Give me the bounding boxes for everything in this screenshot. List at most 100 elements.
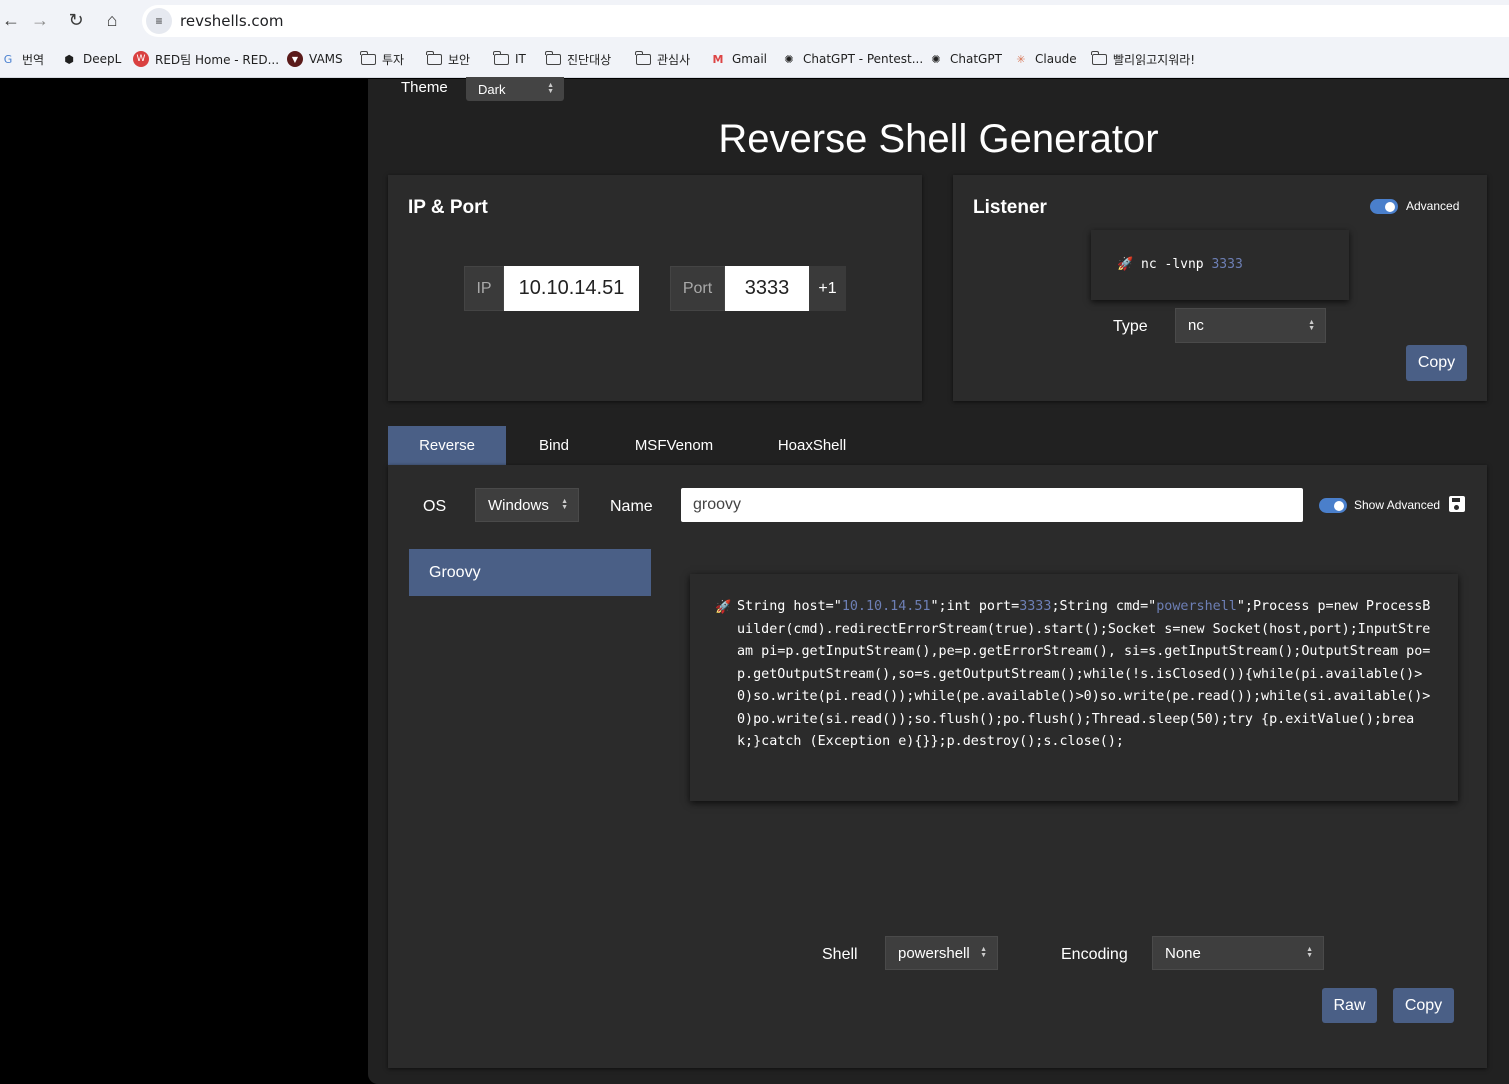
listener-port: 3333 [1211, 257, 1243, 272]
gmail-icon: M [712, 52, 724, 66]
theme-value: Dark [478, 81, 506, 97]
listener-title: Listener [973, 197, 1047, 218]
select-caret-icon: ▲ ▼ [980, 946, 987, 959]
bookmark-chatgpt[interactable]: ✺ ChatGPT [928, 40, 1002, 78]
bookmark-folder-it[interactable]: IT [493, 40, 526, 78]
encoding-select[interactable]: None ▲ ▼ [1152, 936, 1324, 970]
advanced-toggle[interactable] [1370, 199, 1398, 214]
listener-card: Listener Advanced 🚀 nc -lvnp 3333 Type n… [953, 175, 1487, 401]
back-icon[interactable]: ← [2, 2, 22, 38]
bookmark-translate[interactable]: G 번역 [0, 40, 44, 78]
encoding-label: Encoding [1061, 946, 1128, 963]
rocket-icon: 🚀 [715, 599, 732, 614]
chatgpt-icon: ✺ [931, 52, 941, 66]
select-caret-icon: ▲ ▼ [561, 498, 568, 511]
show-advanced-toggle[interactable] [1319, 498, 1347, 513]
raw-button[interactable]: Raw [1322, 988, 1377, 1023]
shell-type-tabs: Reverse Bind MSFVenom HoaxShell [388, 426, 878, 465]
bookmark-label: 진단대상 [567, 52, 612, 67]
shell-select[interactable]: powershell ▲ ▼ [885, 936, 998, 970]
port-increment-button[interactable]: +1 [809, 266, 846, 311]
show-advanced-label: Show Advanced [1354, 498, 1441, 512]
bookmark-label: Claude [1035, 52, 1077, 66]
bookmark-label: RED팀 Home - RED... [155, 52, 280, 67]
ip-port-card: IP & Port IP 10.10.14.51 Port 3333 +1 [388, 175, 922, 401]
os-label: OS [423, 498, 447, 515]
bookmark-vams[interactable]: ▼ VAMS [287, 40, 343, 78]
bookmark-folder-invest[interactable]: 투자 [360, 40, 404, 78]
address-bar[interactable]: ≡ revshells.com [142, 5, 1509, 37]
name-filter-input[interactable]: groovy [681, 488, 1303, 522]
folder-icon [493, 50, 509, 67]
folder-icon [545, 50, 561, 67]
page-content: Theme Dark ▲ ▼ Reverse Shell Generator IP… [368, 77, 1509, 1084]
port-addon: Port [670, 266, 725, 311]
os-select[interactable]: Windows ▲ ▼ [475, 488, 579, 522]
bookmark-folder-security[interactable]: 보안 [426, 40, 470, 78]
advanced-label: Advanced [1406, 199, 1460, 213]
ip-addon: IP [464, 266, 504, 311]
bookmark-label: 투자 [382, 52, 405, 67]
folder-icon [426, 50, 442, 67]
bookmark-label: ChatGPT - Pentest... [803, 52, 924, 66]
bookmark-red-team[interactable]: W RED팀 Home - RED... [133, 40, 279, 78]
port-input[interactable]: 3333 [725, 266, 809, 311]
tab-hoaxshell[interactable]: HoaxShell [746, 426, 878, 465]
page-title: Reverse Shell Generator [718, 117, 1159, 161]
bookmark-folder-read-later[interactable]: 빨리읽고지워라! [1091, 40, 1195, 78]
shell-list-item-groovy[interactable]: Groovy [409, 549, 651, 596]
site-info-icon[interactable]: ≡ [146, 8, 172, 34]
listener-command: 🚀 nc -lvnp 3333 [1117, 257, 1243, 272]
forward-icon[interactable]: → [22, 2, 58, 38]
save-icon[interactable] [1449, 496, 1465, 512]
folder-icon [635, 50, 651, 67]
ip-input[interactable]: 10.10.14.51 [504, 266, 639, 311]
bookmark-folder-targets[interactable]: 진단대상 [545, 40, 611, 78]
red-team-icon: W [133, 51, 149, 67]
bookmark-label: ChatGPT [950, 52, 1002, 66]
bookmark-label: 빨리읽고지워라! [1113, 52, 1196, 67]
payload-code-box: 🚀 String host="10.10.14.51";int port=333… [690, 574, 1458, 801]
folder-icon [360, 50, 376, 67]
type-label: Type [1113, 318, 1148, 335]
name-label: Name [610, 498, 653, 515]
folder-icon [1091, 50, 1107, 67]
browser-toolbar: ← → ↻ ⌂ ≡ revshells.com [0, 0, 1509, 40]
payload-copy-button[interactable]: Copy [1393, 988, 1454, 1023]
ip-input-group: IP 10.10.14.51 [464, 266, 639, 311]
tab-msfvenom[interactable]: MSFVenom [602, 426, 746, 465]
deepl-icon: ⬢ [64, 52, 74, 66]
reverse-panel: OS Windows ▲ ▼ Name groovy Show Advanced … [388, 465, 1487, 1068]
bookmark-deepl[interactable]: ⬢ DeepL [61, 40, 121, 78]
select-caret-icon: ▲ ▼ [1308, 318, 1315, 332]
url-text: revshells.com [180, 12, 284, 30]
bookmark-chatgpt-pentest[interactable]: ✺ ChatGPT - Pentest... [781, 40, 923, 78]
listener-type-select[interactable]: nc ▲ ▼ [1175, 308, 1326, 343]
theme-select[interactable]: Dark ▲ ▼ [466, 77, 564, 101]
claude-icon: ✳ [1016, 52, 1026, 66]
port-input-group: Port 3333 +1 [670, 266, 846, 311]
bookmark-claude[interactable]: ✳ Claude [1013, 40, 1077, 78]
home-icon[interactable]: ⌂ [94, 2, 130, 38]
bookmark-label: IT [515, 52, 526, 66]
bookmark-label: Gmail [732, 52, 768, 66]
bookmark-label: 관심사 [657, 52, 691, 67]
bookmark-folder-interests[interactable]: 관심사 [635, 40, 690, 78]
listener-copy-button[interactable]: Copy [1406, 345, 1467, 381]
listener-command-box: 🚀 nc -lvnp 3333 [1091, 230, 1349, 300]
tab-reverse[interactable]: Reverse [388, 426, 506, 465]
rocket-icon: 🚀 [1117, 257, 1134, 272]
bookmark-label: 번역 [22, 52, 45, 67]
ip-port-title: IP & Port [408, 197, 488, 218]
select-caret-icon: ▲ ▼ [547, 82, 554, 95]
theme-label: Theme [401, 79, 448, 96]
payload-code[interactable]: String host="10.10.14.51";int port=3333;… [737, 596, 1437, 754]
bookmark-label: DeepL [83, 52, 122, 66]
bookmark-label: VAMS [309, 52, 343, 66]
bookmark-gmail[interactable]: M Gmail [710, 40, 768, 78]
reload-icon[interactable]: ↻ [58, 2, 94, 38]
translate-icon: G [3, 52, 13, 66]
bookmark-label: 보안 [448, 52, 471, 67]
tab-bind[interactable]: Bind [506, 426, 602, 465]
chatgpt-icon: ✺ [784, 52, 794, 66]
